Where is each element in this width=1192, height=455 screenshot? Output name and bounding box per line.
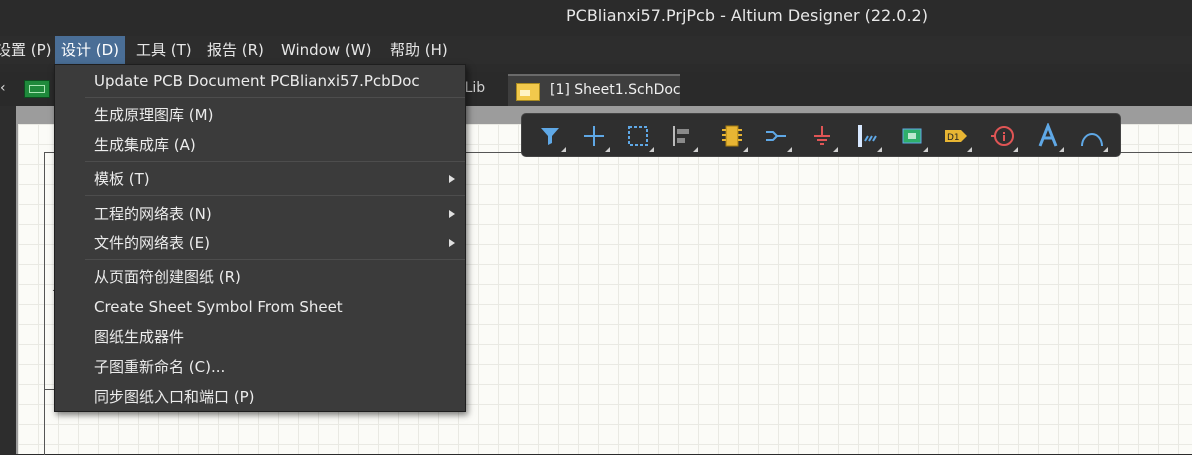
menu-document-netlist[interactable]: 文件的网络表 (E) (55, 228, 465, 258)
menu-window[interactable]: Window (W) (275, 36, 377, 64)
schematic-document-icon (516, 83, 540, 101)
design-menu-dropdown: Update PCB Document PCBlianxi57.PcbDoc 生… (54, 64, 466, 412)
menu-create-sheet-from-symbol[interactable]: 从页面符创建图纸 (R) (55, 262, 465, 292)
menu-separator (85, 195, 465, 196)
menu-settings[interactable]: 设置 (P) (0, 36, 58, 64)
submenu-arrow-icon (449, 175, 455, 183)
menu-create-sheet-symbol-from-sheet[interactable]: Create Sheet Symbol From Sheet (55, 292, 465, 322)
menu-sheet-to-component[interactable]: 图纸生成器件 (55, 322, 465, 352)
align-icon[interactable] (666, 120, 698, 152)
tab-sheet1-schdoc[interactable]: [1] Sheet1.SchDoc (508, 74, 681, 106)
bus-entry-icon[interactable] (850, 120, 882, 152)
pcb-document-icon[interactable] (24, 80, 50, 98)
menu-templates-label: 模板 (T) (94, 170, 150, 188)
menu-project-netlist-label: 工程的网络表 (N) (94, 205, 212, 223)
menu-sync-sheet-entries-ports[interactable]: 同步图纸入口和端口 (P) (55, 382, 465, 412)
menu-separator (85, 259, 465, 260)
menu-bar: 设置 (P) 设计 (D) 工具 (T) 报告 (R) Window (W) 帮… (0, 36, 1192, 64)
window-title: PCBlianxi57.PrjPcb - Altium Designer (22… (566, 6, 928, 25)
svg-text:D1: D1 (947, 133, 960, 143)
menu-update-pcb-document[interactable]: Update PCB Document PCBlianxi57.PcbDoc (55, 66, 465, 96)
menu-tools[interactable]: 工具 (T) (130, 36, 198, 64)
active-bar-toolbar: D1 (521, 113, 1121, 157)
text-icon[interactable] (1032, 120, 1064, 152)
component-icon[interactable] (716, 120, 748, 152)
directive-icon[interactable] (986, 120, 1018, 152)
menu-design[interactable]: 设计 (D) (55, 36, 126, 64)
wire-icon[interactable] (760, 120, 792, 152)
port-icon[interactable]: D1 (940, 120, 972, 152)
menu-document-netlist-label: 文件的网络表 (E) (94, 234, 210, 252)
tab-scroll-left-icon[interactable]: ‹ (0, 78, 12, 98)
menu-make-integrated-library[interactable]: 生成集成库 (A) (55, 130, 465, 160)
menu-help[interactable]: 帮助 (H) (384, 36, 454, 64)
cross-probe-icon[interactable] (578, 120, 610, 152)
menu-rename-child-sheet[interactable]: 子图重新命名 (C)... (55, 352, 465, 382)
menu-make-schematic-library[interactable]: 生成原理图库 (M) (55, 100, 465, 130)
menu-project-netlist[interactable]: 工程的网络表 (N) (55, 199, 465, 229)
harness-icon[interactable] (896, 120, 928, 152)
submenu-arrow-icon (449, 239, 455, 247)
ground-power-icon[interactable] (806, 120, 838, 152)
menu-separator (85, 97, 465, 98)
selection-box-icon[interactable] (622, 120, 654, 152)
arc-icon[interactable] (1076, 120, 1108, 152)
title-bar: PCBlianxi57.PrjPcb - Altium Designer (22… (0, 0, 1192, 34)
submenu-arrow-icon (449, 210, 455, 218)
menu-reports[interactable]: 报告 (R) (201, 36, 270, 64)
tab-sheet1-label: [1] Sheet1.SchDoc (550, 82, 681, 98)
menu-separator (85, 161, 465, 162)
left-panel-strip (0, 106, 16, 454)
filter-icon[interactable] (534, 120, 566, 152)
menu-templates[interactable]: 模板 (T) (55, 164, 465, 194)
